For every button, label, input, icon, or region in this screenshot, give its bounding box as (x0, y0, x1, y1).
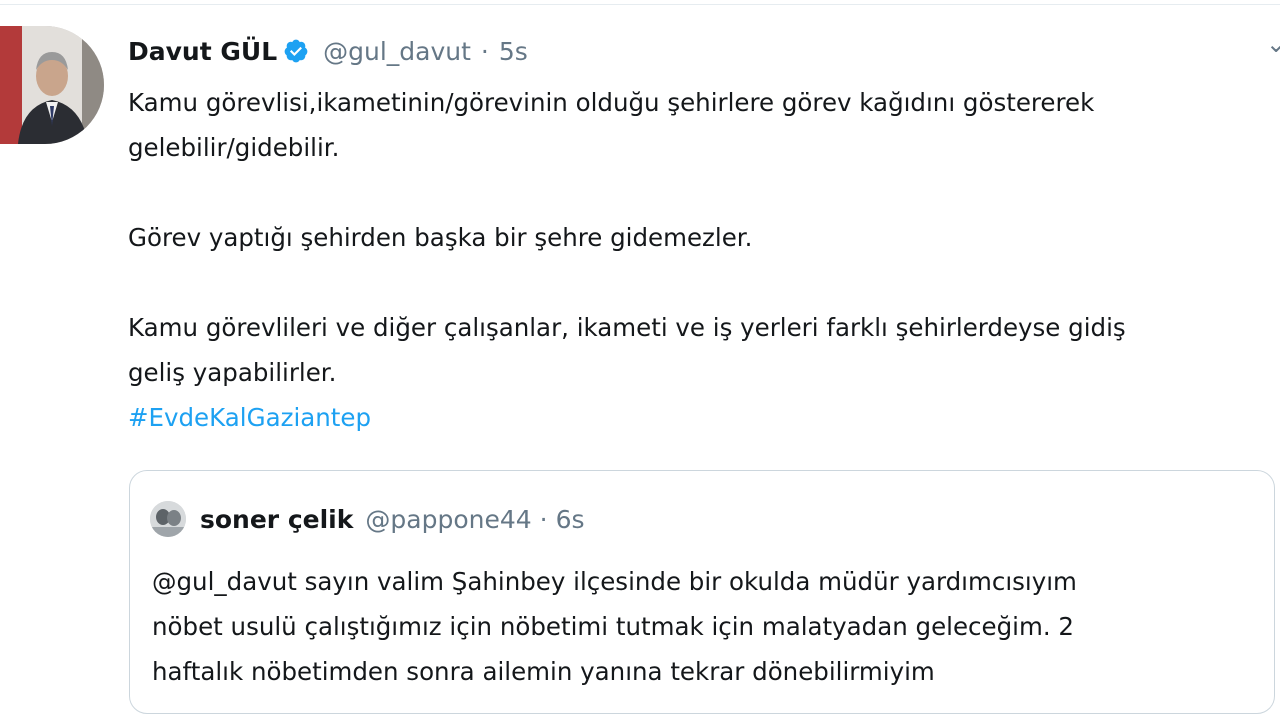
divider (0, 4, 1280, 5)
tweet-header: Davut GÜL @gul_davut · 5s (128, 28, 1258, 74)
hashtag-link[interactable]: #EvdeKalGaziantep (128, 403, 371, 432)
quoted-tweet[interactable]: soner çelik @pappone44 · 6s @gul_davut s… (129, 470, 1275, 714)
quoted-avatar[interactable] (150, 501, 186, 537)
quoted-line: haftalık nöbetimden sonra ailemin yanına… (152, 657, 935, 686)
quoted-line: @gul_davut sayın valim Şahinbey ilçesind… (152, 567, 1077, 596)
author-name[interactable]: Davut GÜL (128, 37, 277, 66)
quoted-author-handle[interactable]: @pappone44 (365, 505, 531, 534)
quoted-tweet-text: @gul_davut sayın valim Şahinbey ilçesind… (152, 559, 1252, 694)
tweet-line: gelebilir/gidebilir. (128, 133, 340, 162)
tweet: Davut GÜL @gul_davut · 5s Kamu görevlisi… (128, 28, 1258, 440)
author-handle[interactable]: @gul_davut (323, 37, 471, 66)
separator: · (539, 504, 548, 534)
quoted-tweet-time[interactable]: 6s (556, 505, 585, 534)
quoted-tweet-header: soner çelik @pappone44 · 6s (150, 501, 585, 537)
tweet-view: ⌄ Davut GÜL @gul_davut · 5s Kamu görevli… (0, 0, 1280, 720)
separator: · (480, 36, 489, 66)
tweet-line: geliş yapabilirler. (128, 358, 337, 387)
more-icon[interactable]: ⌄ (1266, 30, 1280, 58)
tweet-line: Görev yaptığı şehirden başka bir şehre g… (128, 223, 753, 252)
verified-badge-icon (283, 38, 309, 64)
tweet-text: Kamu görevlisi,ikametinin/görevinin oldu… (128, 80, 1258, 440)
quoted-author-name[interactable]: soner çelik (200, 505, 353, 534)
tweet-time[interactable]: 5s (499, 37, 528, 66)
quoted-line: nöbet usulü çalıştığımız için nöbetimi t… (152, 612, 1074, 641)
avatar[interactable] (0, 26, 104, 144)
tweet-line: Kamu görevlileri ve diğer çalışanlar, ik… (128, 313, 1126, 342)
tweet-line: Kamu görevlisi,ikametinin/görevinin oldu… (128, 88, 1095, 117)
